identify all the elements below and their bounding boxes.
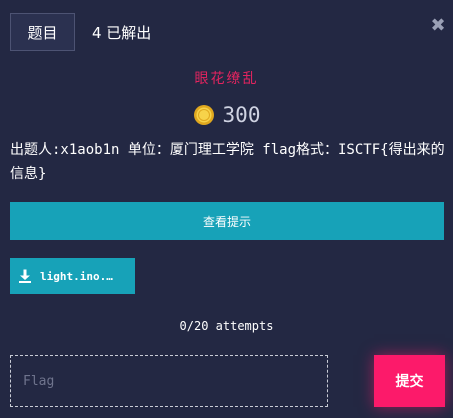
view-hint-button[interactable]: 查看提示 [10, 202, 444, 240]
flag-input[interactable] [10, 355, 328, 407]
challenge-title: 眼花缭乱 [194, 71, 259, 87]
attempts-counter: 0/20 attempts [179, 319, 274, 333]
file-name: light.ino.… [40, 269, 113, 283]
tab-challenge[interactable]: 题目 [10, 13, 75, 51]
points-row: 300 [0, 100, 453, 130]
challenge-points: 300 [222, 103, 261, 127]
submit-button[interactable]: 提交 [374, 355, 445, 407]
close-icon[interactable]: ✖ [428, 16, 448, 36]
download-file-button[interactable]: light.ino.… [10, 258, 135, 294]
solves-count[interactable]: 4 已解出 [92, 22, 151, 43]
coin-icon [193, 105, 214, 125]
challenge-description: 出题人:x1aob1n 单位：厦门理工学院 flag格式：ISCTF{得出来的信… [10, 142, 445, 182]
download-icon [19, 269, 31, 283]
